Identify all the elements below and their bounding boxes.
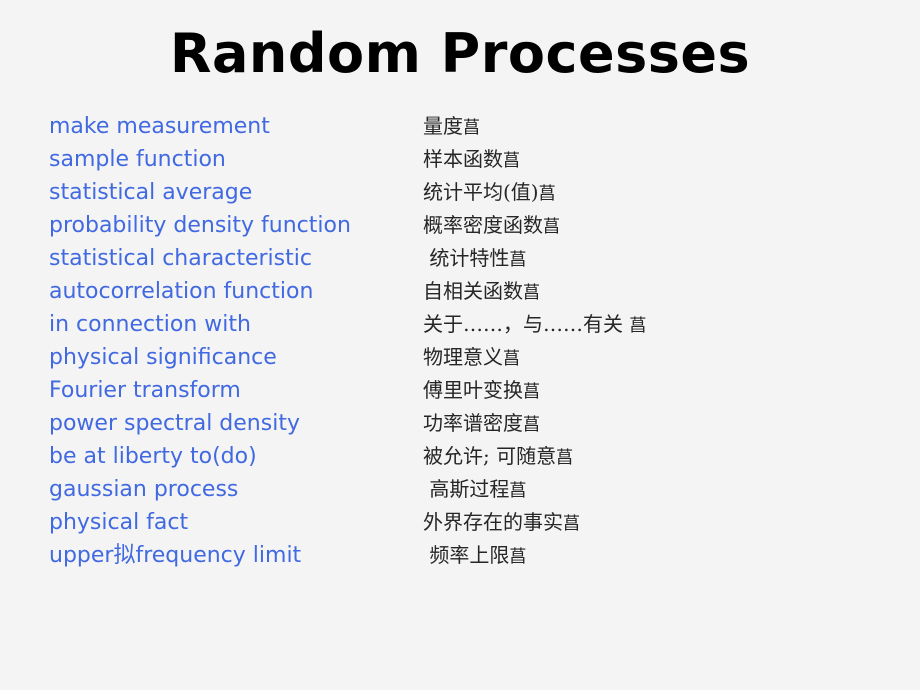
vocabulary-row: probability density function 概率密度函数菖 — [0, 209, 920, 242]
chinese-gloss: 关于……，与……有关 菖 — [423, 308, 646, 343]
chinese-gloss: 物理意义菖 — [423, 341, 520, 376]
vocabulary-row: Fourier transform 傅里叶变换菖 — [0, 374, 920, 407]
vocabulary-row: statistical characteristic 统计特性菖 — [0, 242, 920, 275]
chinese-gloss-text: 量度 — [423, 114, 463, 138]
english-term: power spectral density — [49, 411, 300, 436]
chinese-gloss-text: 物理意义 — [423, 345, 503, 369]
slide-canvas: Random Processes make measurement 量度菖 samp… — [0, 0, 920, 690]
chinese-gloss-text: 统计特性 — [423, 246, 510, 270]
chinese-gloss-tail-glyph: 菖 — [563, 514, 580, 534]
chinese-gloss: 被允许; 可随意菖 — [423, 440, 573, 475]
vocabulary-row: autocorrelation function 自相关函数菖 — [0, 275, 920, 308]
chinese-gloss-text: 功率谱密度 — [423, 411, 523, 435]
chinese-gloss: 统计平均(值)菖 — [423, 176, 556, 211]
chinese-gloss-tail-glyph: 菖 — [556, 448, 574, 468]
chinese-gloss: 高斯过程菖 — [423, 473, 526, 508]
english-term: in connection with — [49, 312, 251, 337]
chinese-gloss-text: 关于……，与……有关 — [423, 312, 630, 336]
chinese-gloss: 概率密度函数菖 — [423, 209, 560, 244]
chinese-gloss: 傅里叶变换菖 — [423, 374, 540, 409]
vocabulary-row: gaussian process 高斯过程菖 — [0, 473, 920, 506]
chinese-gloss-tail-glyph: 菖 — [509, 250, 527, 270]
chinese-gloss: 频率上限菖 — [423, 539, 526, 574]
chinese-gloss-text: 概率密度函数 — [423, 213, 543, 237]
chinese-gloss-text: 样本函数 — [423, 147, 503, 171]
english-term: be at liberty to(do) — [49, 444, 257, 469]
english-term: upper拟frequency limit — [49, 543, 302, 568]
vocabulary-row: power spectral density 功率谱密度菖 — [0, 407, 920, 440]
chinese-gloss-text: 高斯过程 — [423, 477, 510, 501]
chinese-gloss-text: 外界存在的事实 — [423, 510, 563, 534]
vocabulary-row: physical fact 外界存在的事实菖 — [0, 506, 920, 539]
chinese-gloss-text: 傅里叶变换 — [423, 378, 523, 402]
chinese-gloss-text: 统计平均(值) — [423, 180, 539, 204]
vocabulary-row: physical significance 物理意义菖 — [0, 341, 920, 374]
english-term: statistical average — [49, 180, 253, 205]
english-term: sample function — [49, 147, 226, 172]
english-term: Fourier transform — [49, 378, 241, 403]
english-term: gaussian process — [49, 477, 239, 502]
vocabulary-row: sample function 样本函数菖 — [0, 143, 920, 176]
chinese-gloss-tail-glyph: 菖 — [523, 283, 540, 303]
chinese-gloss-tail-glyph: 菖 — [523, 415, 540, 435]
english-term: autocorrelation function — [49, 279, 314, 304]
vocabulary-row: in connection with 关于……，与……有关 菖 — [0, 308, 920, 341]
vocabulary-row: be at liberty to(do) 被允许; 可随意菖 — [0, 440, 920, 473]
english-term: make measurement — [49, 114, 270, 139]
chinese-gloss: 外界存在的事实菖 — [423, 506, 580, 541]
chinese-gloss-tail-glyph: 菖 — [538, 184, 556, 204]
page-title: Random Processes — [169, 22, 751, 85]
vocabulary-list: make measurement 量度菖 sample function 样本函数菖 s… — [0, 110, 920, 572]
chinese-gloss-tail-glyph: 菖 — [543, 217, 560, 237]
chinese-gloss-tail-glyph: 菖 — [509, 547, 527, 567]
chinese-gloss: 功率谱密度菖 — [423, 407, 540, 442]
chinese-gloss-tail-glyph: 菖 — [463, 118, 480, 138]
vocabulary-row: upper拟frequency limit 频率上限菖 — [0, 539, 920, 572]
english-term: physical fact — [49, 510, 189, 535]
chinese-gloss: 样本函数菖 — [423, 143, 520, 178]
chinese-gloss-tail-glyph: 菖 — [503, 151, 520, 171]
vocabulary-row: statistical average 统计平均(值)菖 — [0, 176, 920, 209]
chinese-gloss: 统计特性菖 — [423, 242, 526, 277]
english-term: physical significance — [49, 345, 277, 370]
chinese-gloss-tail-glyph: 菖 — [503, 349, 520, 369]
chinese-gloss-text: 自相关函数 — [423, 279, 523, 303]
chinese-gloss-tail-glyph: 菖 — [509, 481, 527, 501]
chinese-gloss-text: 频率上限 — [423, 543, 510, 567]
vocabulary-row: make measurement 量度菖 — [0, 110, 920, 143]
chinese-gloss-tail-glyph: 菖 — [523, 382, 540, 402]
chinese-gloss-text: 被允许; 可随意 — [423, 444, 557, 468]
chinese-gloss: 自相关函数菖 — [423, 275, 540, 310]
chinese-gloss-tail-glyph: 菖 — [629, 316, 647, 336]
chinese-gloss: 量度菖 — [423, 110, 480, 145]
english-term: probability density function — [49, 213, 351, 238]
english-term: statistical characteristic — [49, 246, 312, 271]
